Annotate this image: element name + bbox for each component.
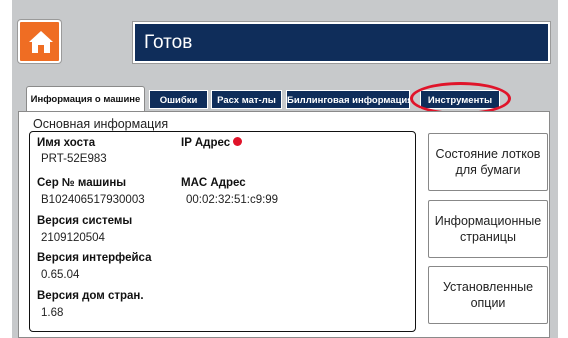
section-title: Основная информация xyxy=(33,117,169,131)
ip-address-label: IP Адрес xyxy=(181,137,243,149)
tab-machine-info[interactable]: Информация о машине xyxy=(26,86,145,112)
tab-errors[interactable]: Ошибки xyxy=(149,90,208,109)
serial-value: B102406517930003 xyxy=(41,194,145,206)
home-icon xyxy=(29,31,53,53)
home-button[interactable] xyxy=(18,20,61,63)
basic-info-box: Имя хоста PRT-52E983 IP Адрес Сер № маши… xyxy=(29,131,416,332)
host-name-label: Имя хоста xyxy=(37,137,96,149)
interface-version-value: 0.65.04 xyxy=(41,269,80,281)
host-name-value: PRT-52E983 xyxy=(41,153,107,165)
info-pages-button[interactable]: Информационные страницы xyxy=(428,200,548,258)
tab-supplies[interactable]: Расх мат-лы xyxy=(211,90,282,109)
tab-billing[interactable]: Биллинговая информация xyxy=(286,90,410,109)
home-page-version-label: Версия дом стран. xyxy=(37,290,144,302)
serial-label: Сер № машины xyxy=(37,177,127,189)
ip-status-dot-icon xyxy=(233,137,243,146)
ip-address-label-text: IP Адрес xyxy=(181,137,231,149)
system-version-label: Версия системы xyxy=(37,215,133,227)
interface-version-label: Версия интерфейса xyxy=(37,252,152,264)
installed-options-button[interactable]: Установленные опции xyxy=(428,266,548,324)
mac-address-label: MAC Адрес xyxy=(181,177,246,189)
system-version-value: 2109120504 xyxy=(41,232,105,244)
paper-tray-status-button[interactable]: Состояние лотков для бумаги xyxy=(428,133,548,191)
status-title: Готов xyxy=(133,22,550,63)
mac-address-value: 00:02:32:51:c9:99 xyxy=(186,194,279,206)
home-page-version-value: 1.68 xyxy=(41,307,64,319)
